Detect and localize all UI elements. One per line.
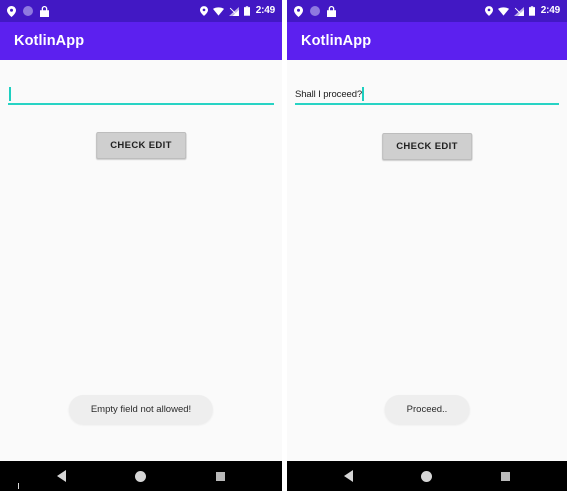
location-pin-icon <box>7 5 16 17</box>
status-bar: 2:49 <box>287 0 567 22</box>
nav-home-button[interactable] <box>123 461 159 491</box>
nav-back-button[interactable] <box>330 461 366 491</box>
lock-icon <box>327 5 336 17</box>
wifi-icon <box>212 6 224 16</box>
nav-back-button[interactable] <box>44 461 80 491</box>
back-nav-icon <box>343 470 353 482</box>
text-caret-icon <box>9 87 11 101</box>
app-bar: KotlinApp <box>287 22 567 60</box>
cellular-signal-icon <box>513 6 524 16</box>
text-caret-icon <box>362 87 364 101</box>
phone-screenshot-right: 2:49 KotlinApp Shall I proceed? CHECK ED… <box>287 0 567 491</box>
home-nav-icon <box>421 470 433 482</box>
recents-nav-icon <box>501 471 511 481</box>
battery-icon <box>243 6 250 16</box>
image-artifact <box>18 483 19 489</box>
circle-icon <box>310 6 320 16</box>
android-nav-bar <box>0 461 282 491</box>
toast-message: Empty field not allowed! <box>68 395 214 424</box>
edit-text-underline <box>295 103 559 105</box>
nav-recents-button[interactable] <box>488 461 524 491</box>
cellular-signal-icon <box>228 6 239 16</box>
toast-message: Proceed.. <box>384 395 470 424</box>
edit-text-underline <box>8 103 274 105</box>
edit-text-row: Shall I proceed? <box>295 85 559 101</box>
android-nav-bar <box>287 461 567 491</box>
edit-text-value: Shall I proceed? <box>295 89 363 100</box>
edit-text-field[interactable] <box>8 85 274 105</box>
location-pin-icon <box>294 5 303 17</box>
app-content: CHECK EDIT Empty field not allowed! <box>0 60 282 461</box>
back-nav-icon <box>57 470 67 482</box>
location-pin-icon <box>484 6 493 16</box>
status-bar-clock: 2:49 <box>540 5 560 16</box>
home-nav-icon <box>135 470 147 482</box>
lock-icon <box>40 5 49 17</box>
status-bar-right-icons: 2:49 <box>199 5 275 16</box>
nav-recents-button[interactable] <box>202 461 238 491</box>
battery-icon <box>528 6 535 16</box>
app-title: KotlinApp <box>14 33 85 49</box>
status-bar: 2:49 <box>0 0 282 22</box>
location-pin-icon <box>199 6 208 16</box>
edit-text-field[interactable]: Shall I proceed? <box>295 85 559 105</box>
app-title: KotlinApp <box>301 33 372 49</box>
recents-nav-icon <box>215 471 225 481</box>
phone-screenshot-left: 2:49 KotlinApp CHECK EDIT Empty field no… <box>0 0 282 491</box>
check-edit-button[interactable]: CHECK EDIT <box>382 133 472 160</box>
app-bar: KotlinApp <box>0 22 282 60</box>
wifi-icon <box>497 6 509 16</box>
edit-text-row <box>8 85 274 101</box>
status-bar-right-icons: 2:49 <box>484 5 560 16</box>
status-bar-left-icons <box>7 5 49 17</box>
screenshot-pair: 2:49 KotlinApp CHECK EDIT Empty field no… <box>0 0 567 500</box>
circle-icon <box>23 6 33 16</box>
status-bar-clock: 2:49 <box>255 5 275 16</box>
check-edit-button[interactable]: CHECK EDIT <box>96 132 186 159</box>
app-content: Shall I proceed? CHECK EDIT Proceed.. <box>287 60 567 461</box>
status-bar-left-icons <box>294 5 336 17</box>
nav-home-button[interactable] <box>409 461 445 491</box>
